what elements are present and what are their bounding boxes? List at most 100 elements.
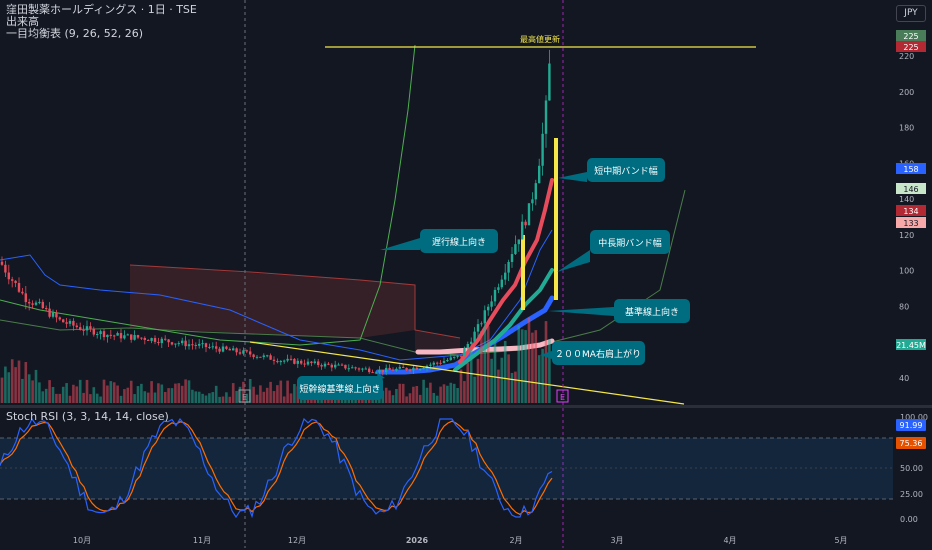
volume-bar	[497, 369, 500, 403]
candle-body	[432, 362, 435, 365]
candle-body	[38, 301, 41, 303]
candle-body	[225, 346, 228, 349]
volume-bar	[48, 380, 51, 403]
candle-body	[385, 367, 388, 373]
volume-bar	[398, 383, 402, 403]
volume-bar	[123, 389, 126, 403]
stoch-value-text: 75.36	[900, 439, 923, 448]
candle-body	[303, 363, 306, 365]
candle-body	[279, 361, 282, 363]
candle-body	[354, 367, 357, 369]
candle-body	[177, 343, 180, 345]
volume-bar	[61, 386, 65, 403]
candle-body	[68, 320, 72, 324]
candle-body	[55, 312, 58, 318]
candle-body	[191, 344, 194, 346]
volume-bar	[544, 321, 548, 403]
volume-bar	[500, 357, 504, 403]
price-badge-text: 21.45M	[896, 341, 926, 350]
candle-body	[381, 369, 384, 373]
candle-body	[147, 339, 150, 341]
candle-body	[96, 334, 99, 336]
volume-bar	[92, 387, 96, 403]
candle-body	[7, 272, 10, 280]
candle-body	[242, 350, 245, 354]
volume-bar	[439, 386, 442, 403]
volume-bar	[401, 383, 405, 403]
volume-bar	[429, 382, 432, 403]
candle-body	[92, 328, 95, 335]
candle-body	[446, 359, 449, 362]
candle-body	[470, 341, 473, 344]
volume-bar	[170, 388, 174, 403]
volume-bar	[469, 349, 473, 403]
volume-bar	[208, 393, 211, 403]
volume-bar	[412, 386, 415, 403]
candle-body	[11, 279, 14, 281]
ichimoku-legend: 一目均衡表 (9, 26, 52, 26)	[6, 27, 144, 40]
volume-bar	[140, 383, 143, 403]
time-label: 3月	[610, 536, 623, 545]
currency-button[interactable]: JPY	[896, 5, 926, 22]
candle-body	[300, 360, 303, 364]
candle-body	[378, 369, 381, 373]
panel-divider	[0, 405, 932, 408]
candle-body	[544, 100, 548, 134]
candle-body	[174, 343, 177, 345]
candle-body	[357, 368, 361, 370]
time-label: 2026	[406, 536, 429, 545]
candle-body	[82, 329, 85, 331]
candle-body	[402, 366, 405, 368]
volume-bar	[89, 394, 92, 403]
volume-bar	[272, 391, 276, 403]
candle-body	[48, 308, 51, 317]
volume-bar	[527, 317, 531, 403]
candle-body	[327, 363, 330, 365]
volume-bar	[221, 396, 225, 403]
svg-text:２００MA右肩上がり: ２００MA右肩上がり	[555, 348, 641, 360]
volume-bar	[136, 386, 140, 403]
candle-body	[215, 346, 218, 349]
volume-bar	[514, 371, 517, 403]
candle-body	[439, 362, 442, 364]
volume-bar	[106, 385, 109, 403]
price-badge-text: 158	[903, 165, 918, 174]
price-badge-text: 133	[903, 219, 918, 228]
candle-body	[204, 343, 208, 348]
volume-bar	[218, 396, 221, 403]
candle-body	[58, 317, 61, 320]
stoch-legend: Stoch RSI (3, 3, 14, 14, close)	[6, 410, 169, 423]
volume-bar	[480, 331, 483, 403]
volume-bar	[187, 380, 191, 403]
volume-bar	[27, 374, 31, 403]
volume-bar	[269, 381, 272, 403]
volume-bar	[191, 389, 194, 403]
candle-body	[75, 325, 78, 328]
candle-body	[113, 335, 116, 337]
volume-bar	[163, 391, 167, 403]
volume-bar	[55, 393, 58, 403]
volume-bar	[432, 392, 436, 403]
volume-bar	[41, 391, 45, 403]
candle-body	[65, 322, 68, 324]
volume-bar	[51, 386, 55, 403]
annotation-short-mid-band: 短中期バンド幅	[558, 158, 665, 182]
candle-body	[500, 279, 503, 288]
candle-body	[330, 364, 333, 368]
candle-body	[415, 367, 418, 370]
candle-body	[351, 367, 354, 369]
candle-body	[198, 343, 201, 346]
candle-body	[170, 342, 174, 345]
volume-bar	[262, 391, 266, 403]
candle-body	[126, 334, 129, 336]
volume-bar	[442, 384, 446, 403]
price-badge-text: 134	[903, 207, 918, 216]
candle-body	[143, 337, 146, 340]
candle-body	[17, 283, 21, 292]
volume-bar	[177, 383, 181, 403]
volume-bar	[119, 395, 123, 403]
candle-body	[235, 348, 238, 353]
volume-bar	[157, 383, 160, 403]
volume-bar	[493, 341, 497, 403]
chart-canvas: 最高値更新 E E 短中期バンド幅 遅行線上向き 中長期バンド幅 基準線上向き …	[0, 0, 932, 548]
